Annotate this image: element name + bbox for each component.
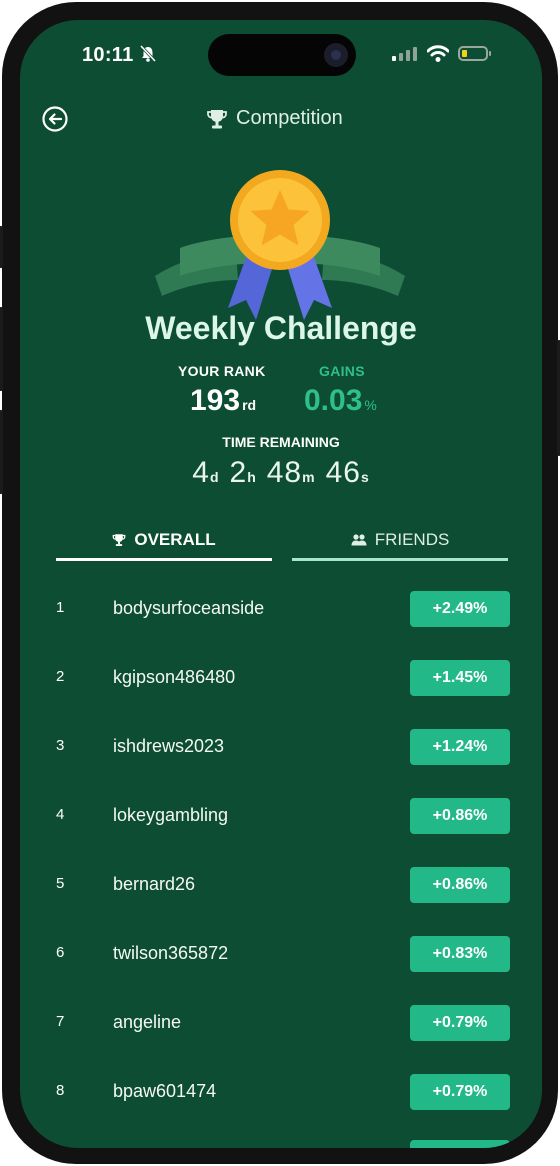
countdown-timer: 4d 2h 48m 46s [192, 456, 370, 489]
leaderboard-row[interactable]: 5 bernard26 +0.86% [20, 865, 542, 905]
trophy-icon [207, 109, 227, 128]
rank-number: 6 [56, 944, 65, 961]
rank-value: 193rd [190, 384, 257, 417]
app-screen: 10:11 Competition Weekly Challenge YOUR … [20, 20, 542, 1148]
username: bpaw601474 [113, 1081, 217, 1101]
tab-overall-label: OVERALL [134, 530, 216, 549]
rank-number: 3 [56, 737, 65, 754]
tab-friends[interactable]: FRIENDS [292, 522, 508, 561]
gains-value: 0.03% [304, 384, 377, 417]
gain-badge: +1.24% [410, 729, 510, 765]
leaderboard-row[interactable]: 3 ishdrews2023 +1.24% [20, 727, 542, 767]
gain-badge: +0.79% [410, 1074, 510, 1110]
gain-badge: +0.86% [410, 798, 510, 834]
username: angeline [113, 1012, 182, 1032]
medal-star-icon [155, 170, 405, 320]
page-header: Competition [206, 107, 343, 130]
username: ishdrews2023 [113, 736, 225, 756]
leaderboard-row[interactable]: 1 bodysurfoceanside +2.49% [20, 589, 542, 629]
rank-number: 8 [56, 1082, 65, 1099]
status-time: 10:11 [82, 44, 134, 66]
volume-up-button [0, 307, 3, 391]
bell-slash-icon [140, 45, 156, 63]
gain-badge: +2.49% [410, 591, 510, 627]
volume-down-button [0, 410, 3, 494]
gain-badge: +0.83% [410, 936, 510, 972]
leaderboard-row[interactable]: 8 bpaw601474 +0.79% [20, 1072, 542, 1112]
tab-overall[interactable]: OVERALL [56, 522, 272, 561]
username: twilson365872 [113, 943, 229, 963]
rank-label: YOUR RANK [178, 363, 266, 379]
time-remaining-label: TIME REMAINING [222, 434, 340, 450]
tab-friends-label: FRIENDS [374, 530, 450, 549]
leaderboard-row[interactable]: 6 twilson365872 +0.83% [20, 934, 542, 974]
dynamic-island [208, 34, 356, 76]
gains-label: GAINS [319, 363, 365, 379]
leaderboard-row[interactable]: 7 angeline +0.79% [20, 1003, 542, 1043]
camera-icon [324, 43, 348, 67]
challenge-title: Weekly Challenge [145, 310, 417, 346]
gain-badge: +1.45% [410, 660, 510, 696]
phone-frame: 10:11 Competition Weekly Challenge YOUR … [0, 2, 560, 1164]
rank-number: 1 [56, 599, 65, 616]
rank-number: 5 [56, 875, 65, 892]
cellular-signal-icon [392, 47, 417, 61]
page-title: Competition [236, 107, 343, 129]
leaderboard-row[interactable]: 4 lokeygambling +0.86% [20, 796, 542, 836]
back-arrow-icon[interactable] [42, 106, 68, 132]
battery-icon [458, 46, 491, 61]
rank-number: 2 [56, 668, 65, 685]
rank-number: 7 [56, 1013, 65, 1030]
trophy-icon [113, 534, 126, 547]
username: kgipson486480 [113, 667, 236, 687]
friends-icon [351, 534, 367, 546]
side-button [0, 226, 3, 268]
username: bodysurfoceanside [113, 598, 265, 618]
gain-badge: +0.79% [410, 1005, 510, 1041]
gain-badge-partial [410, 1140, 510, 1148]
wifi-icon [427, 45, 449, 62]
username: bernard26 [113, 874, 196, 894]
username: lokeygambling [113, 805, 229, 825]
leaderboard-row[interactable]: 2 kgipson486480 +1.45% [20, 658, 542, 698]
gain-badge: +0.86% [410, 867, 510, 903]
rank-number: 4 [56, 806, 65, 823]
